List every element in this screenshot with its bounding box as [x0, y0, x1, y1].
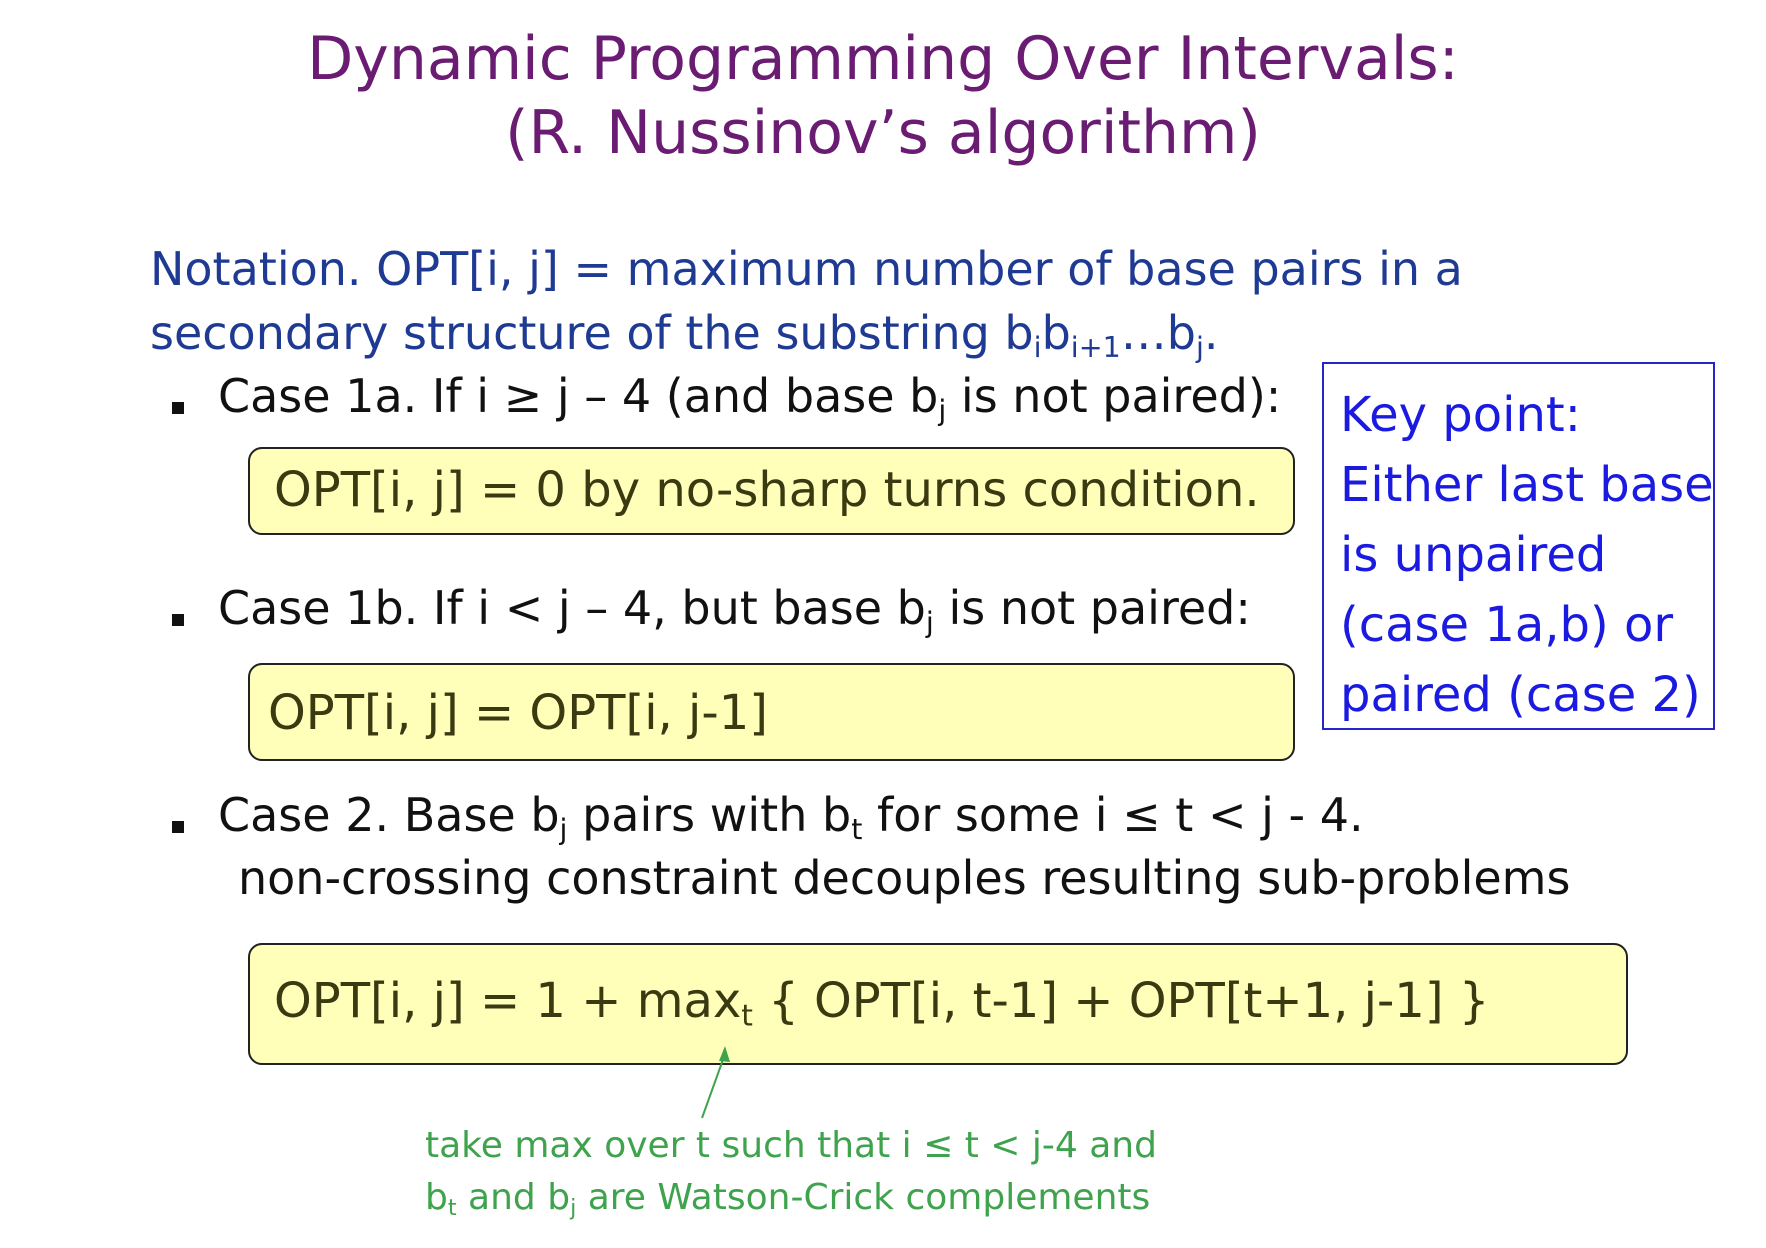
slide: Dynamic Programming Over Intervals: (R. …: [0, 0, 1766, 1248]
case-text: is not paired):: [946, 369, 1282, 423]
case-text: Case 1b. If i < j – 4, but base b: [218, 581, 926, 635]
case-1b-text: Case 1b. If i < j – 4, but base bj is no…: [218, 580, 1251, 639]
notation-line-1: Notation. OPT[i, j] = maximum number of …: [150, 242, 1463, 296]
subscript: j: [1195, 330, 1204, 364]
notation-text: b: [1041, 306, 1071, 360]
case-2-detail: non-crossing constraint decouples result…: [238, 851, 1571, 905]
note-text: are Watson-Crick complements: [576, 1177, 1151, 1218]
case-text: for some i ≤ t < j - 4.: [862, 788, 1364, 842]
notation-text: secondary structure of the substring b: [150, 306, 1034, 360]
case-2-text: Case 2. Base bj pairs with bt for some i…: [218, 787, 1364, 846]
subscript: i: [1033, 330, 1042, 364]
note-text: b: [425, 1177, 448, 1218]
bullet-marker: [172, 402, 184, 414]
annotation-note-line-1: take max over t such that i ≤ t < j-4 an…: [425, 1125, 1157, 1166]
subscript: t: [447, 1195, 457, 1222]
bullet-marker: [172, 821, 184, 833]
slide-title-line-1: Dynamic Programming Over Intervals:: [307, 24, 1459, 94]
notation-line-2: secondary structure of the substring bib…: [150, 305, 1219, 364]
case-text: Case 1a. If i ≥ j – 4 (and base b: [218, 369, 939, 423]
annotation-note-line-2: bt and bj are Watson-Crick complements: [425, 1175, 1150, 1221]
subscript: i+1: [1070, 330, 1121, 364]
key-point-line: Either last base: [1340, 457, 1714, 513]
key-point-line: is unpaired: [1340, 527, 1607, 583]
note-text: and b: [456, 1177, 571, 1218]
case-text: is not paired:: [933, 581, 1251, 635]
case-1a-text: Case 1a. If i ≥ j – 4 (and base bj is no…: [218, 368, 1282, 425]
bullet-marker: [172, 614, 184, 626]
subscript: t: [851, 812, 863, 846]
key-point-line: Key point:: [1340, 387, 1581, 443]
case-2-formula-box: OPT[i, j] = 1 + maxt { OPT[i, t-1] + OPT…: [248, 943, 1628, 1065]
notation-text: …b: [1120, 306, 1196, 360]
slide-title-line-2: (R. Nussinov’s algorithm): [505, 98, 1261, 168]
subscript: j: [925, 605, 934, 639]
notation-text: .: [1203, 306, 1219, 360]
case-text: Case 2. Base b: [218, 788, 560, 842]
key-point-box: Key point: Either last base is unpaired …: [1322, 362, 1715, 730]
key-point-line: (case 1a,b) or: [1340, 597, 1674, 653]
case-1b-formula-box: OPT[i, j] = OPT[i, j-1]: [248, 663, 1295, 761]
case-text: pairs with b: [567, 788, 852, 842]
case-1a-formula-box: OPT[i, j] = 0 by no-sharp turns conditio…: [248, 447, 1295, 535]
key-point-line: paired (case 2): [1340, 667, 1701, 723]
formula-text: { OPT[i, t-1] + OPT[t+1, j-1] }: [752, 973, 1490, 1029]
subscript: t: [741, 998, 753, 1034]
formula-text: OPT[i, j] = 1 + max: [274, 973, 742, 1029]
